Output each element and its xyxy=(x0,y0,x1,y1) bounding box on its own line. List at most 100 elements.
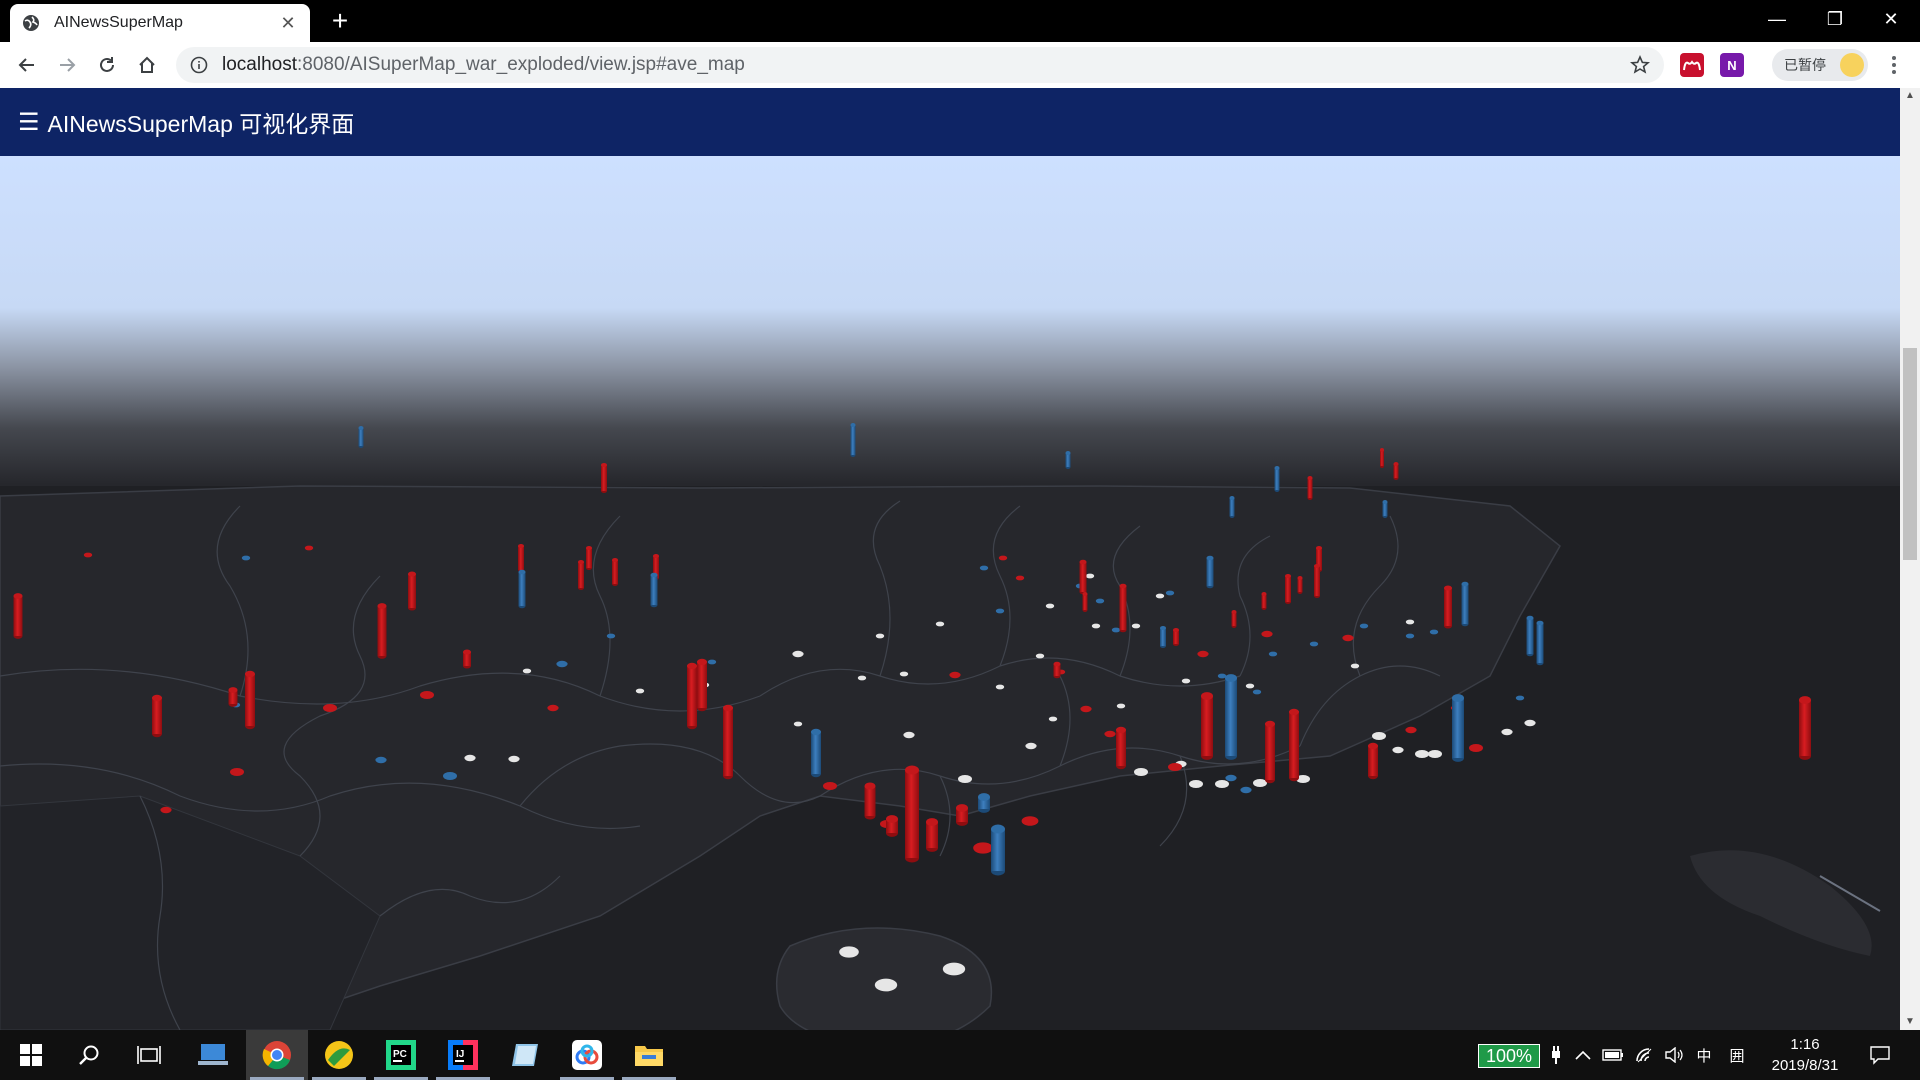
blue-column[interactable] xyxy=(1229,496,1235,518)
white-point-marker[interactable] xyxy=(1215,780,1229,788)
blue-column[interactable] xyxy=(1160,626,1166,648)
page-scrollbar[interactable]: ▲ ▼ xyxy=(1900,88,1920,1030)
blue-point-marker[interactable] xyxy=(1095,598,1105,604)
white-point-marker[interactable] xyxy=(1025,742,1037,750)
white-point-marker[interactable] xyxy=(839,946,859,958)
blue-point-marker[interactable] xyxy=(375,756,387,764)
red-column[interactable] xyxy=(228,687,238,707)
red-column[interactable] xyxy=(905,765,919,863)
red-point-marker[interactable] xyxy=(83,552,93,558)
scroll-thumb[interactable] xyxy=(1903,348,1917,560)
red-point-marker[interactable] xyxy=(949,671,961,679)
site-info-icon[interactable] xyxy=(190,56,208,74)
red-column[interactable] xyxy=(1444,585,1452,629)
tray-expand-chevron-icon[interactable] xyxy=(1570,1030,1596,1080)
red-point-marker[interactable] xyxy=(998,555,1008,561)
white-point-marker[interactable] xyxy=(875,633,885,639)
white-point-marker[interactable] xyxy=(508,755,520,763)
red-column[interactable] xyxy=(1289,708,1299,782)
blue-point-marker[interactable] xyxy=(1268,651,1278,657)
colorful-app-icon[interactable] xyxy=(308,1030,370,1080)
white-point-marker[interactable] xyxy=(793,721,803,727)
reload-button[interactable] xyxy=(92,50,122,80)
white-point-marker[interactable] xyxy=(1155,593,1165,599)
address-bar[interactable]: localhost:8080/AISuperMap_war_exploded/v… xyxy=(176,47,1664,83)
white-point-marker[interactable] xyxy=(903,731,915,739)
red-column[interactable] xyxy=(1261,592,1267,610)
red-point-marker[interactable] xyxy=(547,704,559,712)
ime-language-indicator[interactable]: 中 xyxy=(1690,1030,1718,1080)
red-column[interactable] xyxy=(1380,448,1384,468)
scroll-down-icon[interactable]: ▼ xyxy=(1900,1014,1920,1030)
red-point-marker[interactable] xyxy=(160,806,172,814)
search-icon[interactable] xyxy=(58,1030,120,1080)
home-button[interactable] xyxy=(132,50,162,80)
blue-point-marker[interactable] xyxy=(995,608,1005,614)
white-point-marker[interactable] xyxy=(1181,678,1191,684)
blue-point-marker[interactable] xyxy=(1165,590,1175,596)
red-column[interactable] xyxy=(1053,661,1061,679)
blue-point-marker[interactable] xyxy=(707,659,717,665)
red-point-marker[interactable] xyxy=(230,768,244,776)
blue-column[interactable] xyxy=(1225,674,1237,760)
red-column[interactable] xyxy=(1082,592,1088,612)
intellij-icon[interactable]: IJ xyxy=(432,1030,494,1080)
blue-point-marker[interactable] xyxy=(556,660,568,668)
white-point-marker[interactable] xyxy=(874,978,898,992)
red-point-marker[interactable] xyxy=(1015,575,1025,581)
red-column[interactable] xyxy=(518,544,524,572)
white-point-marker[interactable] xyxy=(635,688,645,694)
red-column[interactable] xyxy=(245,670,255,730)
blue-column[interactable] xyxy=(1274,466,1280,492)
blue-column[interactable] xyxy=(978,793,990,813)
white-point-marker[interactable] xyxy=(1131,623,1141,629)
battery-percent-badge[interactable]: 100% xyxy=(1478,1044,1540,1068)
blue-point-marker[interactable] xyxy=(1217,673,1227,679)
file-explorer-icon[interactable] xyxy=(618,1030,680,1080)
white-point-marker[interactable] xyxy=(995,684,1005,690)
red-column[interactable] xyxy=(926,818,938,852)
blue-column[interactable] xyxy=(358,426,364,448)
red-column[interactable] xyxy=(1265,720,1275,784)
new-tab-button[interactable]: + xyxy=(322,4,358,40)
white-point-marker[interactable] xyxy=(1134,768,1148,776)
red-point-marker[interactable] xyxy=(1168,763,1182,771)
red-column[interactable] xyxy=(578,560,584,590)
red-column[interactable] xyxy=(697,658,707,712)
blue-column[interactable] xyxy=(1526,615,1534,657)
red-column[interactable] xyxy=(152,694,162,738)
red-column[interactable] xyxy=(1314,564,1320,598)
blue-column[interactable] xyxy=(1382,500,1388,518)
red-point-marker[interactable] xyxy=(1405,726,1417,734)
blue-point-marker[interactable] xyxy=(1111,627,1121,633)
red-column[interactable] xyxy=(1119,583,1127,633)
mendeley-extension-icon[interactable] xyxy=(1680,53,1704,77)
red-point-marker[interactable] xyxy=(1197,650,1209,658)
browser-menu-icon[interactable] xyxy=(1882,53,1906,77)
bookmark-star-icon[interactable] xyxy=(1630,55,1650,75)
notification-center-icon[interactable] xyxy=(1862,1030,1898,1080)
red-column[interactable] xyxy=(463,649,471,669)
red-column[interactable] xyxy=(586,546,592,570)
red-column[interactable] xyxy=(1285,574,1291,604)
white-point-marker[interactable] xyxy=(1045,603,1055,609)
red-point-marker[interactable] xyxy=(1261,630,1273,638)
windows-start-icon[interactable] xyxy=(0,1030,62,1080)
red-column[interactable] xyxy=(1201,692,1213,760)
back-button[interactable] xyxy=(12,50,42,80)
red-column[interactable] xyxy=(1116,726,1126,770)
blue-column[interactable] xyxy=(991,824,1005,876)
volume-icon[interactable] xyxy=(1660,1030,1690,1080)
red-column[interactable] xyxy=(956,804,968,826)
laptop-app-icon[interactable] xyxy=(182,1030,244,1080)
plug-icon[interactable] xyxy=(1544,1030,1568,1080)
blue-column[interactable] xyxy=(850,423,856,457)
white-point-marker[interactable] xyxy=(1245,683,1255,689)
red-column[interactable] xyxy=(886,815,898,837)
ime-mode-indicator[interactable]: 囲 xyxy=(1722,1030,1752,1080)
blue-point-marker[interactable] xyxy=(1359,623,1369,629)
white-point-marker[interactable] xyxy=(792,650,804,658)
white-point-marker[interactable] xyxy=(1524,719,1536,727)
red-column[interactable] xyxy=(1297,576,1303,594)
red-point-marker[interactable] xyxy=(304,545,314,551)
